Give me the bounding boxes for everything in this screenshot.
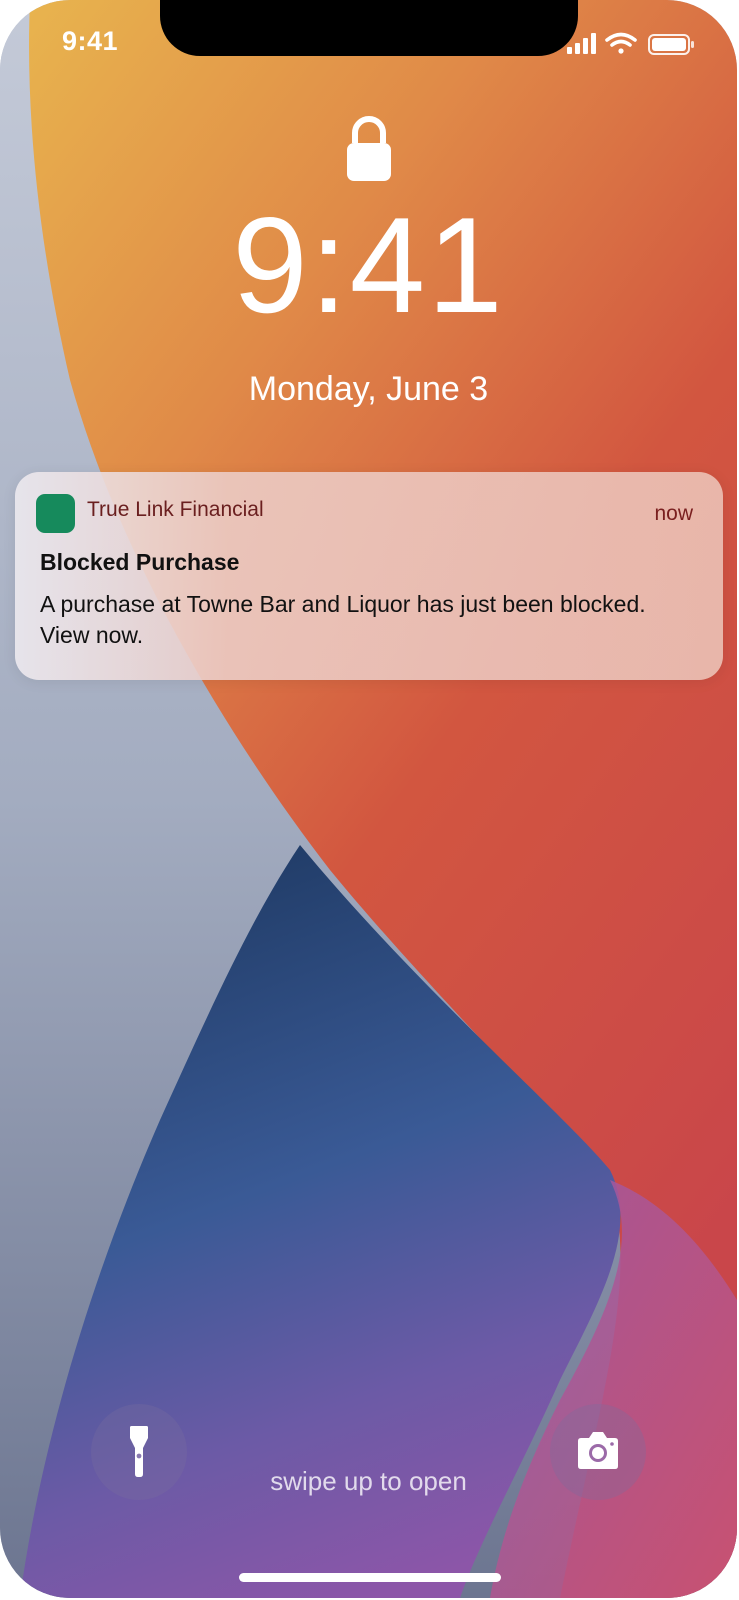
notification-app-name: True Link Financial [87,498,264,521]
lock-screen: 9:41 9:41 Monday, June 3 True Link Finan… [0,0,737,1598]
notch [160,0,578,56]
cellular-signal-icon [567,33,596,54]
app-icon [36,494,75,533]
notification-card[interactable]: True Link Financial now Blocked Purchase… [15,472,723,680]
battery-icon [648,34,694,55]
home-indicator[interactable] [239,1573,501,1582]
lock-screen-time: 9:41 [232,189,505,341]
notification-title: Blocked Purchase [40,549,240,575]
lock-icon [347,116,391,181]
status-icons [567,32,694,55]
wifi-icon [605,32,637,54]
swipe-up-hint: swipe up to open [270,1466,467,1496]
notification-body: A purchase at Towne Bar and Liquor has j… [40,591,646,648]
lock-screen-date: Monday, June 3 [248,370,489,408]
status-bar-time: 9:41 [62,26,119,56]
notification-time: now [654,502,693,525]
